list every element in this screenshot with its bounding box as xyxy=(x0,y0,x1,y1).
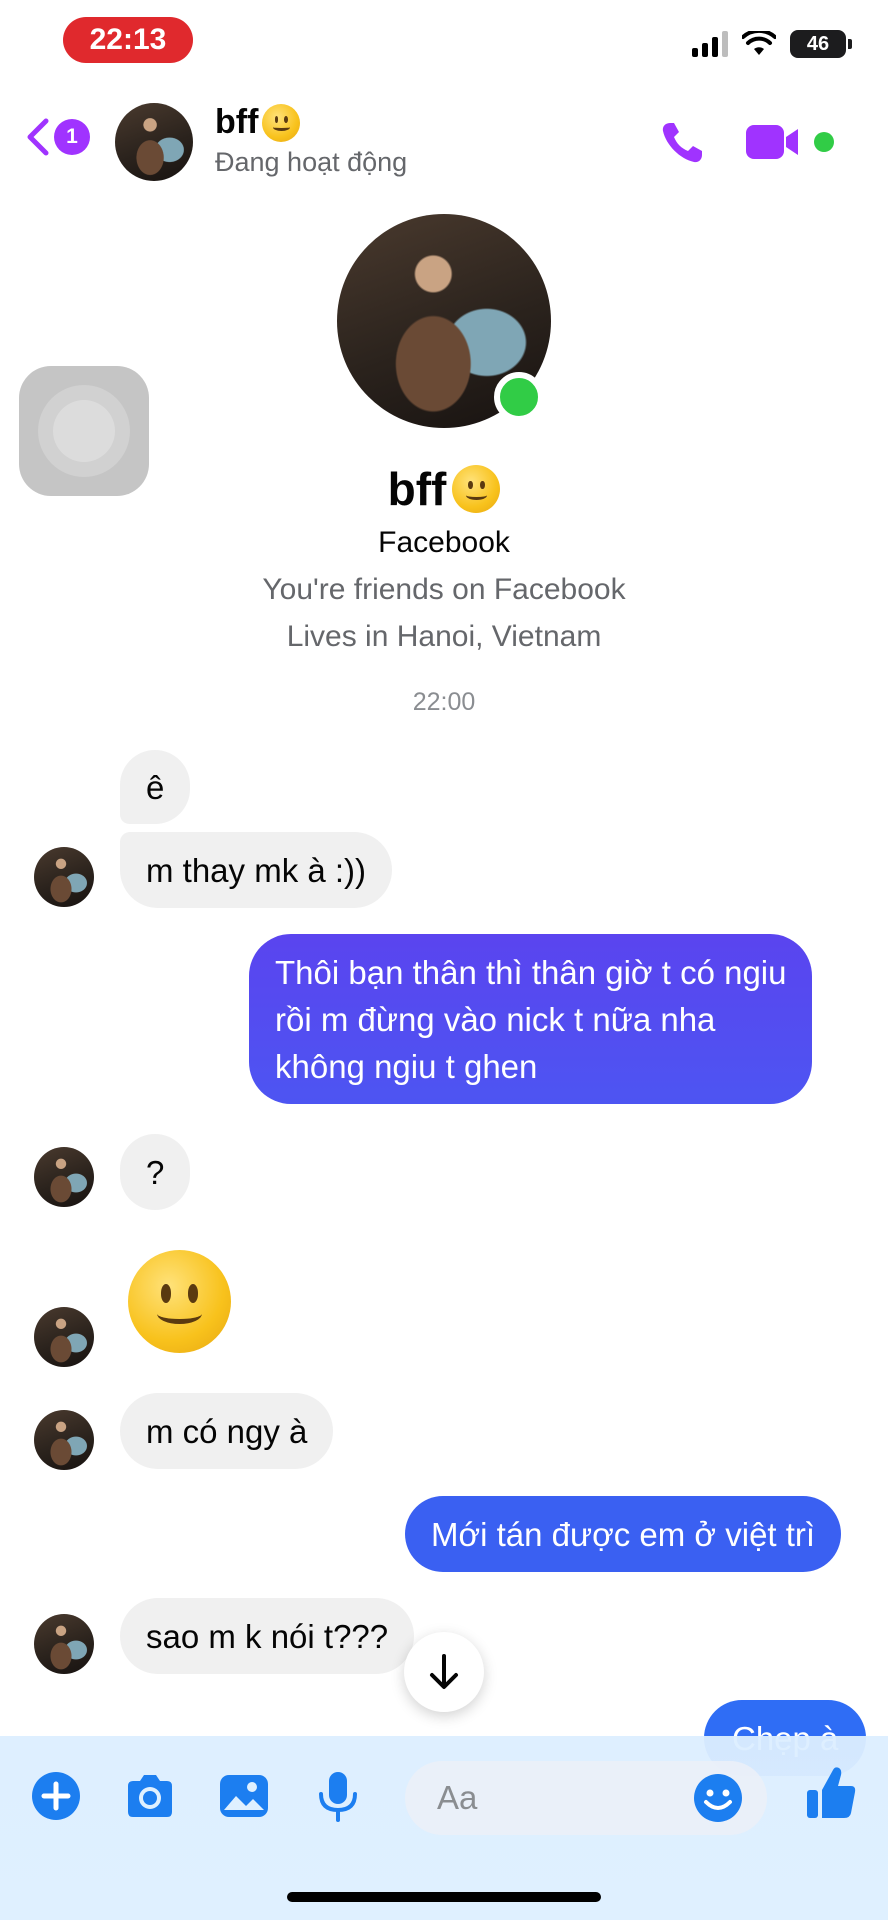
message-text: m có ngy à xyxy=(146,1412,308,1450)
back-button[interactable]: 1 xyxy=(24,117,90,157)
message-bubble-outgoing[interactable]: Mới tán được em ở việt trì xyxy=(405,1496,842,1572)
profile-name-text: bff xyxy=(387,463,447,515)
plus-button[interactable] xyxy=(28,1768,84,1824)
message-bubble[interactable]: m có ngy à xyxy=(120,1393,334,1469)
sender-avatar[interactable] xyxy=(34,1307,94,1367)
profile-location: Lives in Hanoi, Vietnam xyxy=(286,620,602,653)
assistive-touch-button[interactable] xyxy=(19,366,149,496)
video-camera-icon xyxy=(746,125,784,159)
status-indicators: 46 xyxy=(692,30,852,58)
message-bubble[interactable]: m thay mk à :)) xyxy=(120,832,393,908)
smiling-face-icon[interactable] xyxy=(128,1250,231,1353)
video-call-button[interactable] xyxy=(744,121,802,163)
chat-header: 1 bff Đang hoạt động xyxy=(0,95,888,195)
sender-avatar[interactable] xyxy=(34,1614,94,1674)
contact-name[interactable]: bff xyxy=(215,103,301,142)
cellular-signal-icon xyxy=(692,31,728,57)
battery-icon: 46 xyxy=(790,30,852,58)
sender-avatar[interactable] xyxy=(34,1147,94,1207)
camera-button[interactable] xyxy=(122,1768,178,1824)
message-text: m thay mk à :)) xyxy=(146,851,367,889)
message-text: sao m k nói t??? xyxy=(146,1617,389,1655)
unread-count-badge: 1 xyxy=(54,119,90,155)
contact-active-status: Đang hoạt động xyxy=(215,147,408,177)
message-bubble[interactable]: sao m k nói t??? xyxy=(120,1598,415,1674)
message-text: Thôi bạn thân thì thân giờ t có ngiu xyxy=(275,953,787,991)
phone-icon xyxy=(662,123,702,163)
chevron-left-icon xyxy=(27,118,49,156)
online-status-dot xyxy=(494,372,544,422)
message-text: rồi m đừng vào nick t nữa nha xyxy=(275,1000,716,1038)
profile-friends-text: You're friends on Facebook xyxy=(262,573,626,606)
wifi-icon xyxy=(742,31,776,55)
status-time: 22:13 xyxy=(63,17,193,63)
sender-avatar[interactable] xyxy=(34,847,94,907)
voice-call-button[interactable] xyxy=(656,117,708,169)
microphone-button[interactable] xyxy=(310,1768,366,1824)
smiling-face-icon xyxy=(452,465,501,513)
message-text: không ngiu t ghen xyxy=(275,1047,538,1085)
message-text: Mới tán được em ở việt trì xyxy=(431,1515,816,1553)
thumbs-up-button[interactable] xyxy=(804,1764,858,1822)
message-timestamp: 22:00 xyxy=(412,688,476,716)
sender-avatar[interactable] xyxy=(34,1410,94,1470)
contact-name-text: bff xyxy=(215,103,259,141)
active-indicator-dot xyxy=(814,132,834,152)
message-text: ? xyxy=(146,1153,165,1191)
message-input-placeholder: Aa xyxy=(437,1779,478,1816)
gallery-button[interactable] xyxy=(216,1768,272,1824)
message-text: ê xyxy=(146,768,165,806)
scroll-to-bottom-button[interactable] xyxy=(404,1632,484,1712)
message-bubble[interactable]: ? xyxy=(120,1134,191,1210)
message-input[interactable]: Aa xyxy=(405,1761,767,1835)
emoji-button[interactable] xyxy=(691,1771,745,1825)
contact-avatar[interactable] xyxy=(115,103,193,181)
smiling-face-icon xyxy=(262,103,301,142)
arrow-down-icon xyxy=(430,1654,458,1689)
message-bubble[interactable]: ê xyxy=(120,750,191,824)
profile-source: Facebook xyxy=(378,526,510,559)
home-indicator xyxy=(287,1892,601,1902)
message-bubble-outgoing[interactable]: Thôi bạn thân thì thân giờ t có ngiu rồi… xyxy=(249,934,813,1104)
